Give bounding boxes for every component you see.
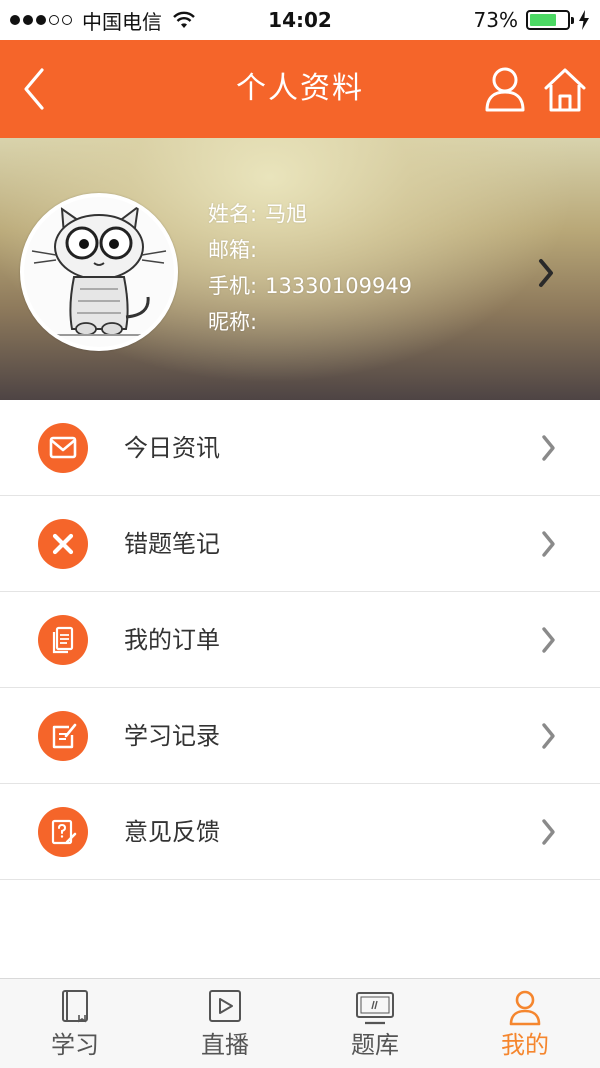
chevron-right-icon (542, 531, 555, 557)
mail-icon (38, 423, 88, 473)
tab-question-bank[interactable]: 题库 (300, 979, 450, 1068)
profile-row-email: 邮箱: (208, 232, 412, 268)
battery-icon (526, 10, 574, 30)
chevron-right-icon (542, 723, 555, 749)
tab-label: 题库 (351, 1031, 399, 1059)
profile-row-phone: 手机: 13330109949 (208, 268, 412, 304)
home-icon[interactable] (542, 66, 588, 114)
avatar[interactable] (20, 193, 178, 351)
menu-item-study-record[interactable]: 学习记录 (0, 688, 600, 784)
menu-item-my-orders[interactable]: 我的订单 (0, 592, 600, 688)
close-icon (38, 519, 88, 569)
chevron-right-icon (542, 819, 555, 845)
profile-header[interactable]: 姓名: 马旭 邮箱: 手机: 13330109949 昵称: (0, 138, 600, 400)
tab-bar: 学习 直播 题库 我的 (0, 978, 600, 1068)
tab-label: 我的 (501, 1031, 549, 1059)
phone-value: 13330109949 (265, 274, 413, 298)
document-icon (38, 615, 88, 665)
nav-bar: 个人资料 (0, 40, 600, 138)
status-bar: 中国电信 14:02 73% (0, 0, 600, 40)
chevron-right-icon (542, 435, 555, 461)
battery-level (530, 14, 557, 26)
menu-item-label: 学习记录 (124, 722, 220, 750)
menu-item-today-news[interactable]: 今日资讯 (0, 400, 600, 496)
charging-bolt-icon (579, 10, 589, 30)
profile-row-name: 姓名: 马旭 (208, 196, 412, 232)
menu-item-label: 我的订单 (124, 626, 220, 654)
feedback-icon (38, 807, 88, 857)
tab-label: 学习 (51, 1031, 99, 1059)
cat-sketch-avatar (24, 197, 174, 347)
tab-label: 直播 (201, 1031, 249, 1059)
tab-mine[interactable]: 我的 (450, 979, 600, 1068)
monitor-icon (356, 992, 394, 1025)
menu-item-feedback[interactable]: 意见反馈 (0, 784, 600, 880)
book-icon (62, 990, 88, 1023)
name-value: 马旭 (265, 202, 308, 226)
profile-info: 姓名: 马旭 邮箱: 手机: 13330109949 昵称: (208, 196, 412, 340)
menu-item-wrong-notes[interactable]: 错题笔记 (0, 496, 600, 592)
email-label: 邮箱: (208, 238, 258, 262)
play-icon (209, 990, 241, 1022)
tab-study[interactable]: 学习 (0, 979, 150, 1068)
chevron-right-icon (542, 627, 555, 653)
nickname-label: 昵称: (208, 310, 258, 334)
menu-list: 今日资讯 错题笔记 我的订单 学习记录 意见反馈 (0, 400, 600, 880)
battery-percent: 73% (473, 8, 518, 32)
chevron-right-icon[interactable] (536, 256, 556, 290)
menu-item-label: 今日资讯 (124, 434, 220, 462)
profile-row-nickname: 昵称: (208, 304, 412, 340)
phone-label: 手机: (208, 274, 258, 298)
menu-item-label: 错题笔记 (124, 530, 220, 558)
user-icon (509, 990, 541, 1026)
user-icon[interactable] (482, 64, 528, 114)
status-right: 73% (474, 0, 590, 40)
name-label: 姓名: (208, 202, 258, 226)
tab-live[interactable]: 直播 (150, 979, 300, 1068)
edit-icon (38, 711, 88, 761)
menu-item-label: 意见反馈 (124, 818, 220, 846)
